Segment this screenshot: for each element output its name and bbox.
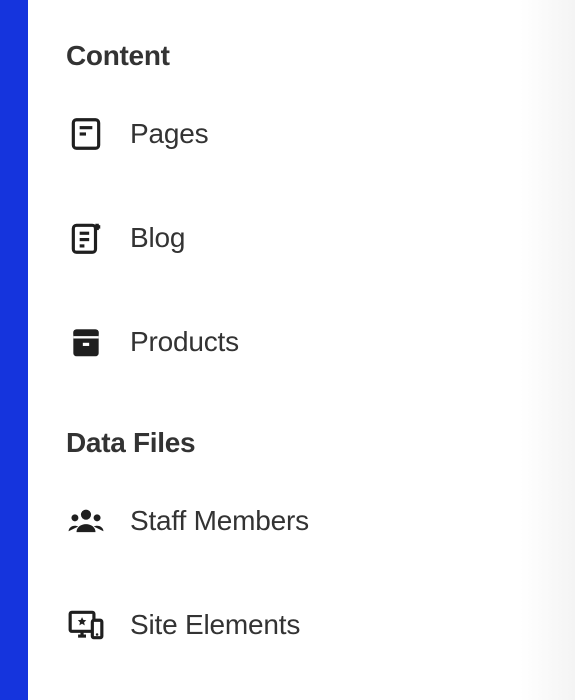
right-fade xyxy=(520,0,575,700)
accent-bar xyxy=(0,0,28,700)
sidebar-item-site-elements[interactable]: Site Elements xyxy=(66,595,520,655)
section-heading-content: Content xyxy=(66,40,520,72)
sidebar-item-label: Products xyxy=(130,326,239,358)
sidebar-nav: Content Pages xyxy=(28,0,520,700)
sidebar-item-pages[interactable]: Pages xyxy=(66,104,520,164)
site-elements-icon xyxy=(66,605,106,645)
blog-icon xyxy=(66,218,106,258)
section-content: Content Pages xyxy=(66,40,520,372)
sidebar-item-staff-members[interactable]: Staff Members xyxy=(66,491,520,551)
page-icon xyxy=(66,114,106,154)
sidebar-item-label: Staff Members xyxy=(130,505,309,537)
section-data-files: Data Files Staff Members xyxy=(66,427,520,655)
sidebar-item-label: Blog xyxy=(130,222,185,254)
sidebar-item-products[interactable]: Products xyxy=(66,312,520,372)
sidebar-item-label: Site Elements xyxy=(130,609,300,641)
sidebar-item-blog[interactable]: Blog xyxy=(66,208,520,268)
staff-icon xyxy=(66,501,106,541)
section-heading-data-files: Data Files xyxy=(66,427,520,459)
sidebar-item-label: Pages xyxy=(130,118,208,150)
products-icon xyxy=(66,322,106,362)
